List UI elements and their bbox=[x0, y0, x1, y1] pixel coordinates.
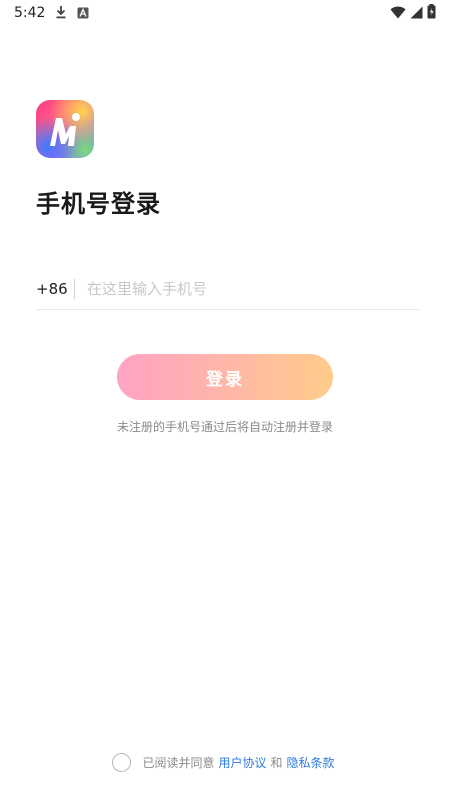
agreement-and: 和 bbox=[270, 755, 283, 770]
status-bar: 5:42 bbox=[0, 0, 450, 26]
input-divider bbox=[74, 278, 75, 299]
download-icon bbox=[55, 4, 67, 23]
agreement-row: 已阅读并同意 用户协议 和 隐私条款 bbox=[0, 751, 450, 773]
app-logo-glyph bbox=[50, 113, 80, 146]
wifi-icon bbox=[390, 4, 406, 23]
signal-icon bbox=[410, 4, 423, 23]
status-left: 5:42 bbox=[14, 4, 89, 23]
login-button[interactable]: 登录 bbox=[117, 354, 333, 400]
font-a-icon bbox=[77, 4, 89, 23]
privacy-policy-link[interactable]: 隐私条款 bbox=[287, 754, 335, 771]
auto-register-hint: 未注册的手机号通过后将自动注册并登录 bbox=[116, 420, 333, 434]
app-logo bbox=[36, 100, 94, 158]
status-time: 5:42 bbox=[14, 5, 46, 21]
phone-input-row: +86 bbox=[36, 268, 419, 310]
agreement-prefix: 已阅读并同意 bbox=[142, 755, 215, 770]
user-agreement-link[interactable]: 用户协议 bbox=[218, 754, 266, 771]
phone-input[interactable] bbox=[87, 273, 419, 304]
country-code[interactable]: +86 bbox=[36, 280, 72, 298]
agree-checkbox[interactable] bbox=[112, 752, 132, 772]
page-title: 手机号登录 bbox=[36, 190, 161, 218]
battery-icon bbox=[427, 3, 436, 23]
status-right bbox=[390, 3, 436, 23]
login-screen: 5:42 手机号登录 +86 在这里输入手机号 登录 未注册的手机号通过后将自动… bbox=[0, 0, 450, 800]
